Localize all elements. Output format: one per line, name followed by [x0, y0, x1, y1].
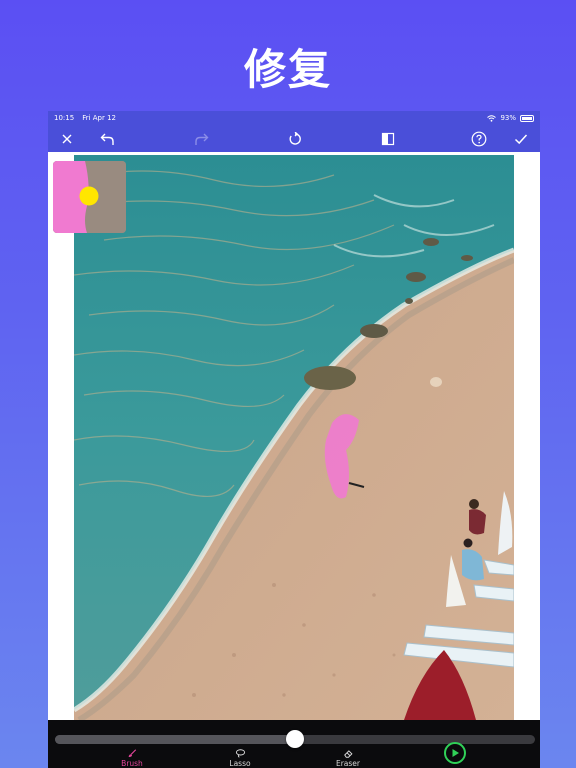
- close-button[interactable]: [57, 129, 77, 149]
- compare-button[interactable]: [378, 129, 398, 149]
- tool-lasso[interactable]: Lasso: [210, 749, 270, 768]
- status-time: 10:15: [54, 114, 75, 122]
- app-window: 10:15 Fri Apr 12 93% Brush Lasso Eraser: [48, 111, 540, 768]
- wifi-icon: [487, 114, 497, 122]
- battery-icon: [520, 114, 534, 122]
- eraser-icon: [343, 750, 353, 758]
- zoom-magnifier: [53, 161, 126, 233]
- brush-size-slider[interactable]: [55, 730, 535, 748]
- compare-icon: [381, 132, 395, 146]
- reset-button[interactable]: [285, 129, 305, 149]
- close-icon: [62, 134, 72, 144]
- tool-lasso-label: Lasso: [229, 759, 251, 768]
- bottom-tool-bar: Brush Lasso Eraser: [48, 720, 540, 768]
- brush-icon: [128, 749, 137, 757]
- help-button[interactable]: [469, 129, 489, 149]
- slider-thumb[interactable]: [286, 730, 304, 748]
- tool-eraser[interactable]: Eraser: [318, 749, 378, 768]
- apply-button[interactable]: [444, 742, 466, 764]
- page-headline: 修复: [243, 45, 332, 94]
- battery-percent: 93%: [500, 114, 516, 122]
- slider-fill: [55, 735, 295, 744]
- tool-brush[interactable]: Brush: [102, 749, 162, 768]
- tool-eraser-label: Eraser: [335, 759, 361, 768]
- reset-icon: [289, 132, 301, 145]
- undo-icon: [100, 133, 114, 145]
- redo-icon: [195, 133, 209, 145]
- play-icon: [452, 749, 459, 757]
- confirm-button[interactable]: [511, 129, 531, 149]
- tool-brush-label: Brush: [121, 759, 143, 768]
- status-bar: 10:15 Fri Apr 12 93%: [48, 111, 540, 125]
- status-date: Fri Apr 12: [82, 114, 116, 122]
- lasso-icon: [235, 749, 245, 758]
- redo-button[interactable]: [191, 129, 211, 149]
- confirm-icon: [514, 134, 528, 145]
- editor-toolbar: [48, 125, 540, 152]
- help-icon: [471, 131, 487, 147]
- brush-cursor: [79, 186, 99, 206]
- beach-photo[interactable]: [74, 155, 514, 720]
- editing-canvas[interactable]: [48, 152, 540, 720]
- undo-button[interactable]: [98, 129, 118, 149]
